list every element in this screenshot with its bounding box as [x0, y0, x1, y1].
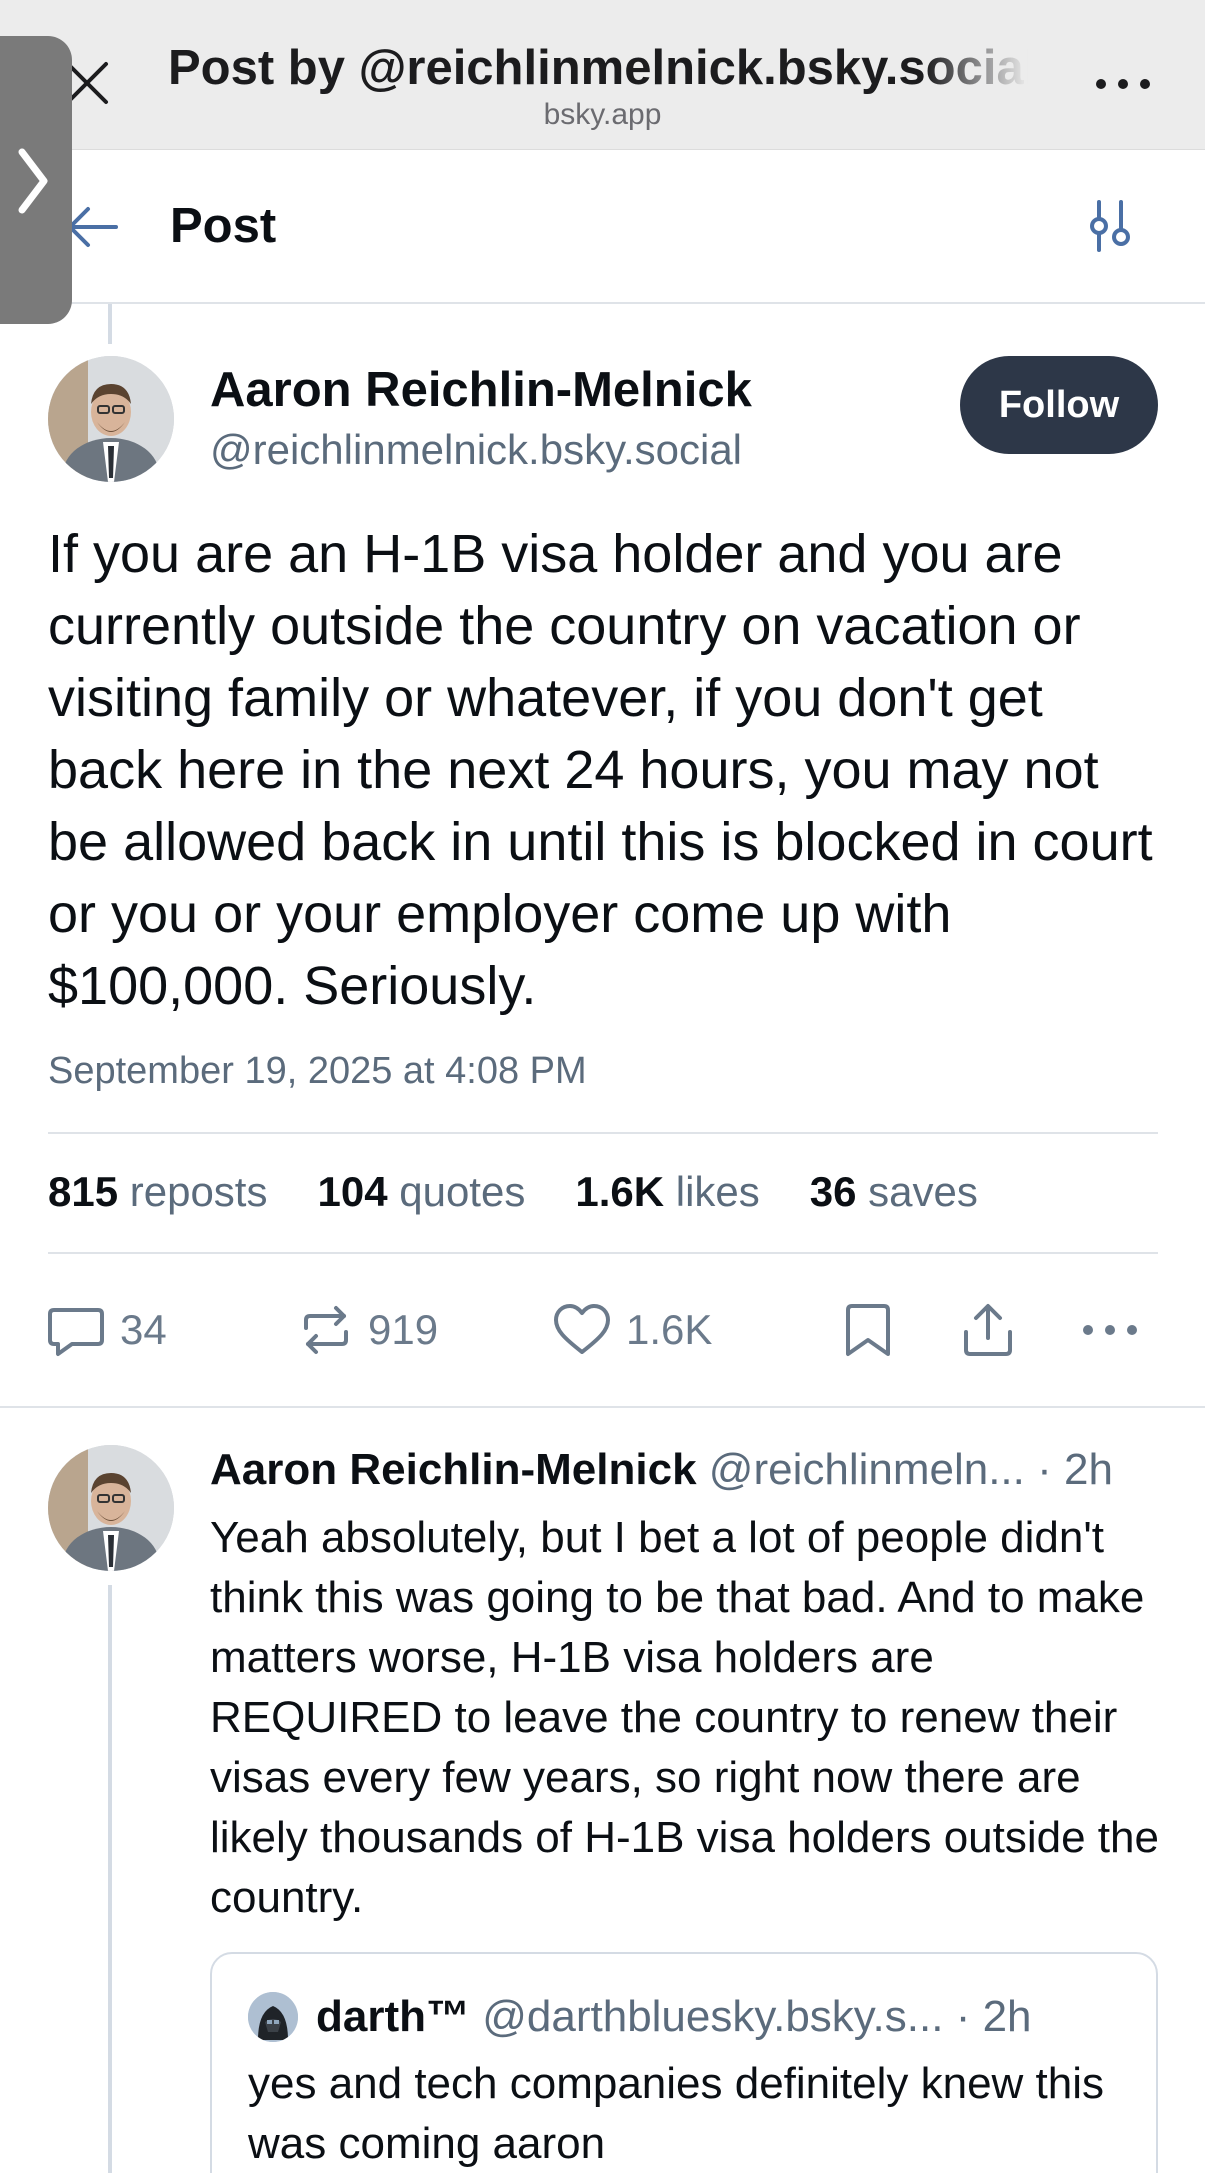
- more-icon: [1083, 1325, 1137, 1335]
- thread-connector-line: [108, 304, 112, 344]
- like-count: 1.6K: [626, 1306, 713, 1353]
- post-author-handle[interactable]: @reichlinmelnick.bsky.social: [210, 426, 742, 474]
- reply-author-name[interactable]: Aaron Reichlin-Melnick: [210, 1445, 697, 1494]
- share-button[interactable]: [960, 1290, 1016, 1370]
- avatar[interactable]: [48, 356, 174, 482]
- page-title: Post: [170, 199, 277, 253]
- browser-chrome-bar: Post by @reichlinmelnick.bsky.social bsk…: [0, 0, 1205, 150]
- repost-icon: [304, 1306, 348, 1354]
- reply-text: Yeah absolutely, but I bet a lot of peop…: [210, 1513, 1159, 1922]
- browser-more-button[interactable]: [1093, 62, 1153, 102]
- sliders-icon: [1090, 200, 1130, 252]
- quote-author-name: darth™: [316, 1992, 470, 2041]
- share-icon: [964, 1304, 1012, 1356]
- sidebar-drawer-handle[interactable]: [0, 36, 72, 324]
- person-avatar-icon: [48, 356, 174, 482]
- person-avatar-icon: [48, 1445, 174, 1571]
- avatar[interactable]: [48, 1445, 174, 1571]
- reply-icon: [48, 1308, 104, 1356]
- bookmark-icon: [846, 1304, 890, 1356]
- post-actions-bar: 34 919 1.6K: [0, 1290, 1205, 1370]
- thread-connector-line: [108, 1585, 112, 2173]
- like-button[interactable]: 1.6K: [552, 1290, 712, 1370]
- follow-button[interactable]: Follow: [960, 356, 1158, 454]
- post-text: If you are an H-1B visa holder and you a…: [48, 524, 1153, 1016]
- bookmark-button[interactable]: [844, 1290, 892, 1370]
- quote-author-handle: @darthbluesky.bsky.s...: [482, 1992, 944, 2041]
- quote-timestamp: · 2h: [955, 1992, 1032, 2041]
- back-button[interactable]: [64, 202, 120, 252]
- post-more-button[interactable]: [1080, 1290, 1140, 1370]
- reposts-stat[interactable]: 815 reposts: [48, 1168, 267, 1216]
- reply-count: 34: [120, 1306, 167, 1353]
- likes-stat[interactable]: 1.6K likes: [575, 1168, 759, 1216]
- browser-page-title: Post by @reichlinmelnick.bsky.social: [168, 41, 1028, 95]
- reply-author-handle[interactable]: @reichlinmeln...: [709, 1445, 1025, 1494]
- post-timestamp: September 19, 2025 at 4:08 PM: [48, 1050, 587, 1092]
- divider: [48, 1252, 1158, 1254]
- post-stats: 815 reposts 104 quotes 1.6K likes 36 sav…: [48, 1168, 978, 1216]
- thread-settings-button[interactable]: [1085, 198, 1135, 254]
- divider: [48, 1132, 1158, 1134]
- quote-post-card[interactable]: darth™ @darthbluesky.bsky.s... · 2h yes …: [210, 1952, 1158, 2173]
- repost-button[interactable]: 919: [298, 1290, 438, 1370]
- quote-header: darth™ @darthbluesky.bsky.s... · 2h: [316, 1992, 1032, 2042]
- heart-icon: [554, 1304, 610, 1354]
- quotes-stat[interactable]: 104 quotes: [317, 1168, 525, 1216]
- more-icon: [1096, 79, 1150, 89]
- darth-avatar-icon: [248, 1992, 298, 2042]
- page-header: Post: [0, 150, 1205, 304]
- reply-header: Aaron Reichlin-Melnick @reichlinmeln... …: [210, 1445, 1170, 1495]
- chevron-right-icon: [18, 148, 48, 214]
- arrow-left-icon: [68, 207, 118, 247]
- quote-text: yes and tech companies definitely knew t…: [248, 2059, 1105, 2168]
- reply-button[interactable]: 34: [46, 1290, 167, 1370]
- divider: [0, 1406, 1205, 1408]
- saves-stat[interactable]: 36 saves: [810, 1168, 978, 1216]
- post-author-name[interactable]: Aaron Reichlin-Melnick: [210, 362, 752, 418]
- repost-count: 919: [368, 1306, 439, 1353]
- browser-host: bsky.app: [543, 98, 662, 131]
- avatar: [248, 1992, 298, 2042]
- reply-timestamp[interactable]: · 2h: [1037, 1445, 1113, 1494]
